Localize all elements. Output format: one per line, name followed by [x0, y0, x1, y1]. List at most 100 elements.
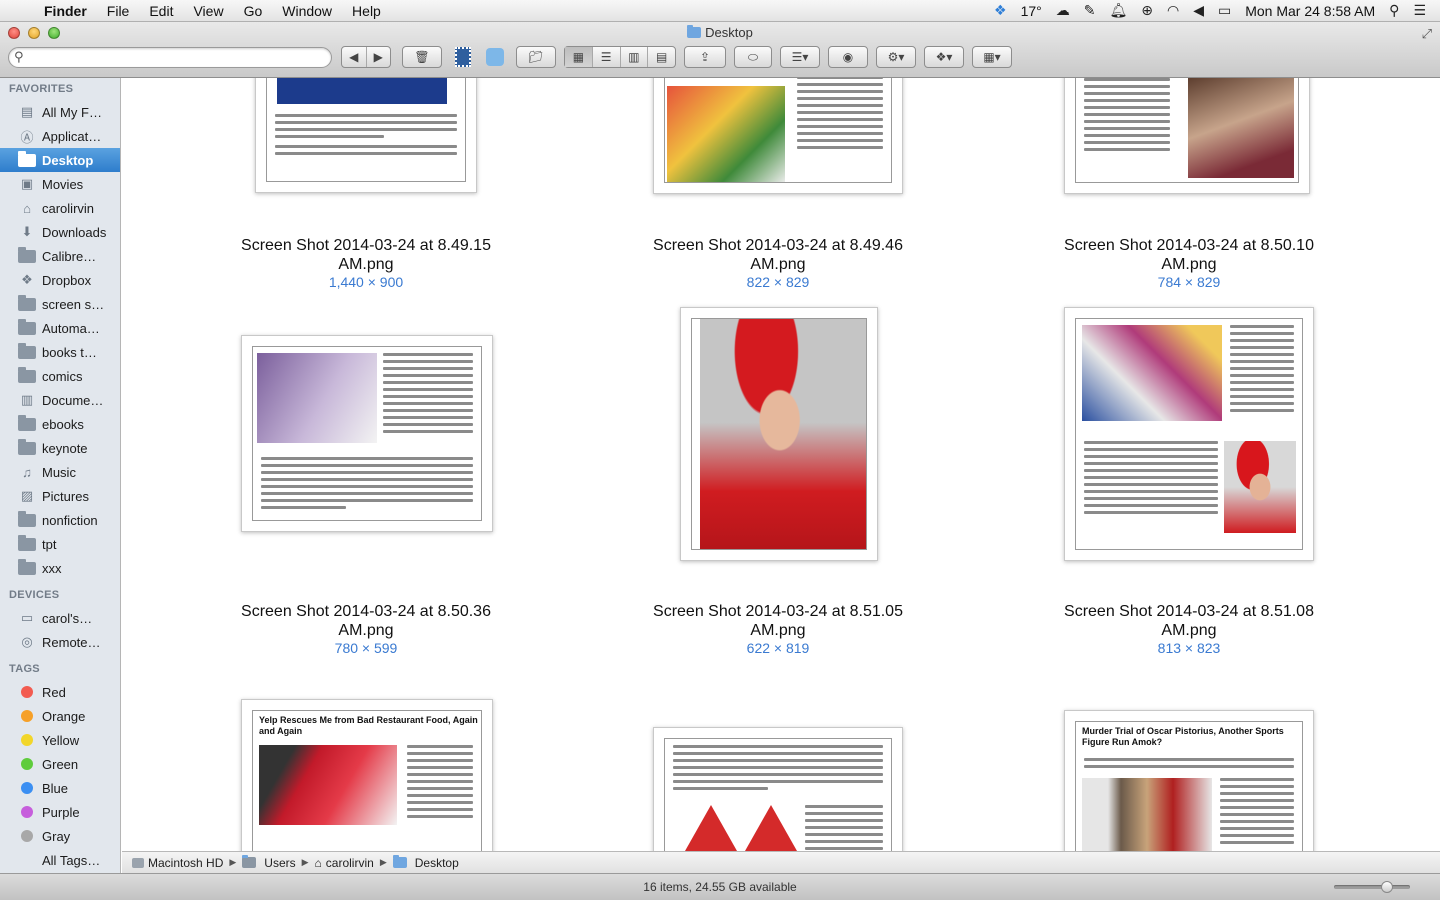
icon-view-content: Screen Shot 2014-03-24 at 8.49.15 AM.png … [122, 78, 1440, 873]
sidebar-item[interactable]: ♫ Music [0, 460, 120, 484]
file-name[interactable]: Screen Shot 2014-03-24 at 8.51.05 AM.png [598, 602, 958, 640]
search-input[interactable] [31, 50, 321, 65]
sidebar-item[interactable]: Purple [0, 800, 120, 824]
action-button[interactable]: ⚙▾ [876, 46, 916, 68]
file-name[interactable]: Screen Shot 2014-03-24 at 8.50.10 AM.png [1009, 236, 1369, 274]
tag-color-dot [18, 781, 36, 795]
menu-view[interactable]: View [183, 3, 233, 19]
sidebar-item[interactable]: nonfiction [0, 508, 120, 532]
wifi-icon[interactable]: ◠ [1167, 2, 1179, 19]
icon-view-button[interactable]: ▦ [565, 47, 593, 67]
trash-button[interactable]: 🗑︎ [402, 46, 442, 68]
sidebar-item[interactable]: ▤ All My F… [0, 100, 120, 124]
sidebar-item[interactable]: comics [0, 364, 120, 388]
status-text: 16 items, 24.55 GB available [643, 880, 797, 894]
accessibility-icon[interactable]: ⊕ [1141, 2, 1153, 19]
view-options-button[interactable]: ▦▾ [972, 46, 1012, 68]
menu-go[interactable]: Go [234, 3, 273, 19]
titlebar: Desktop ⤢ ⚲ ◀ ▶ 🗑︎ 📁︎ ▦ ☰ ▥ ▤ ⇪ ⬭ ☰▾ ◉ ⚙… [0, 22, 1440, 78]
sidebar-item[interactable]: Blue [0, 776, 120, 800]
sidebar-item[interactable]: Gray [0, 824, 120, 848]
column-view-button[interactable]: ▥ [621, 47, 649, 67]
sidebar-item[interactable]: books t… [0, 340, 120, 364]
share-button[interactable]: ⇪ [684, 46, 726, 68]
sidebar-item[interactable]: keynote [0, 436, 120, 460]
sidebar-item[interactable]: xxx [0, 556, 120, 580]
tag-color-dot [18, 685, 36, 699]
sidebar-item[interactable]: Green [0, 752, 120, 776]
battery-icon[interactable]: ▭ [1218, 2, 1231, 19]
forward-button[interactable]: ▶ [367, 47, 391, 67]
notification-bell-icon[interactable]: 🔔︎ [1109, 2, 1127, 19]
dropbox-status-icon[interactable]: ❖ [994, 2, 1007, 19]
sidebar-item[interactable]: ▨ Pictures [0, 484, 120, 508]
sidebar-item[interactable]: Yellow [0, 728, 120, 752]
icon-size-slider[interactable] [1334, 881, 1410, 893]
notification-center-icon[interactable]: ☰ [1413, 2, 1426, 19]
file-thumbnail[interactable] [1064, 307, 1314, 561]
file-name[interactable]: Screen Shot 2014-03-24 at 8.49.15 AM.png [186, 236, 546, 274]
file-name[interactable]: Screen Shot 2014-03-24 at 8.51.08 AM.png [1009, 602, 1369, 640]
sidebar-item[interactable]: ❖ Dropbox [0, 268, 120, 292]
sidebar-item-label: xxx [42, 560, 62, 576]
fullscreen-icon[interactable]: ⤢ [1422, 26, 1432, 42]
sidebar-item[interactable]: ⌂ carolirvin [0, 196, 120, 220]
coverflow-view-button[interactable]: ▤ [648, 47, 675, 67]
menu-help[interactable]: Help [342, 3, 391, 19]
file-thumbnail[interactable] [241, 335, 493, 532]
menu-file[interactable]: File [97, 3, 140, 19]
film-strip-icon[interactable] [452, 46, 474, 68]
volume-icon[interactable]: ◀︎ [1193, 2, 1204, 19]
cloud-icon[interactable]: ☁ [1056, 2, 1070, 19]
sidebar-item[interactable]: Desktop [0, 148, 120, 172]
sidebar-item[interactable]: All Tags… [0, 848, 120, 872]
sidebar-item[interactable]: ▥ Docume… [0, 388, 120, 412]
arrange-button[interactable]: ☰▾ [780, 46, 820, 68]
sidebar-item[interactable]: ▣ Movies [0, 172, 120, 196]
sidebar-item[interactable]: tpt [0, 532, 120, 556]
file-thumbnail[interactable] [1064, 78, 1310, 194]
sidebar-item[interactable]: Red [0, 680, 120, 704]
sidebar-item[interactable]: ◎ Remote… [0, 630, 120, 654]
menu-finder[interactable]: Finder [40, 3, 97, 19]
sidebar-item[interactable]: Ⓐ Applicat… [0, 124, 120, 148]
sidebar-item[interactable]: ▭ carol's… [0, 606, 120, 630]
slider-knob[interactable] [1381, 881, 1393, 893]
sidebar-item[interactable]: Orange [0, 704, 120, 728]
path-item-desktop[interactable]: Desktop [392, 855, 459, 870]
file-thumbnail[interactable] [653, 78, 903, 194]
pen-icon[interactable]: ✎ [1084, 2, 1096, 19]
path-separator-icon: ▶ [379, 857, 387, 867]
file-thumbnail[interactable] [255, 78, 477, 193]
sidebar-item[interactable]: ⬇ Downloads [0, 220, 120, 244]
tags-button[interactable]: ⬭ [734, 46, 772, 68]
path-item-carolirvin[interactable]: ⌂ carolirvin [315, 856, 374, 870]
dropbox-button[interactable]: ❖▾ [924, 46, 964, 68]
menu-window[interactable]: Window [272, 3, 342, 19]
file-thumbnail[interactable] [680, 307, 878, 561]
sidebar-item-label: Desktop [42, 152, 94, 168]
search-field[interactable]: ⚲ [8, 47, 332, 68]
file-thumbnail[interactable]: Murder Trial of Oscar Pistorius, Another… [1064, 710, 1314, 873]
sidebar-item[interactable]: ebooks [0, 412, 120, 436]
screenshot-app-icon[interactable] [482, 46, 508, 68]
path-item-users[interactable]: Users [242, 855, 296, 870]
file-name[interactable]: Screen Shot 2014-03-24 at 8.50.36 AM.png [186, 602, 546, 640]
sidebar-item-label: Movies [42, 176, 84, 192]
path-separator-icon: ▶ [229, 857, 237, 867]
sidebar-item[interactable]: Automa… [0, 316, 120, 340]
file-name[interactable]: Screen Shot 2014-03-24 at 8.49.46 AM.png [598, 236, 958, 274]
spotlight-search-icon[interactable]: ⚲ [1389, 2, 1399, 19]
new-folder-button[interactable]: 📁︎ [516, 46, 556, 68]
back-button[interactable]: ◀ [342, 47, 367, 67]
menu-edit[interactable]: Edit [139, 3, 183, 19]
sidebar-item[interactable]: screen s… [0, 292, 120, 316]
quick-look-button[interactable]: ◉ [828, 46, 868, 68]
home-icon: ⌂ [314, 855, 322, 870]
file-thumbnail[interactable]: Yelp Rescues Me from Bad Restaurant Food… [241, 699, 493, 873]
list-view-button[interactable]: ☰ [593, 47, 621, 67]
clock[interactable]: Mon Mar 24 8:58 AM [1245, 3, 1375, 19]
weather-temperature[interactable]: 17° [1021, 3, 1042, 19]
sidebar-item[interactable]: Calibre… [0, 244, 120, 268]
path-item-macintosh-hd[interactable]: Macintosh HD [132, 856, 223, 870]
